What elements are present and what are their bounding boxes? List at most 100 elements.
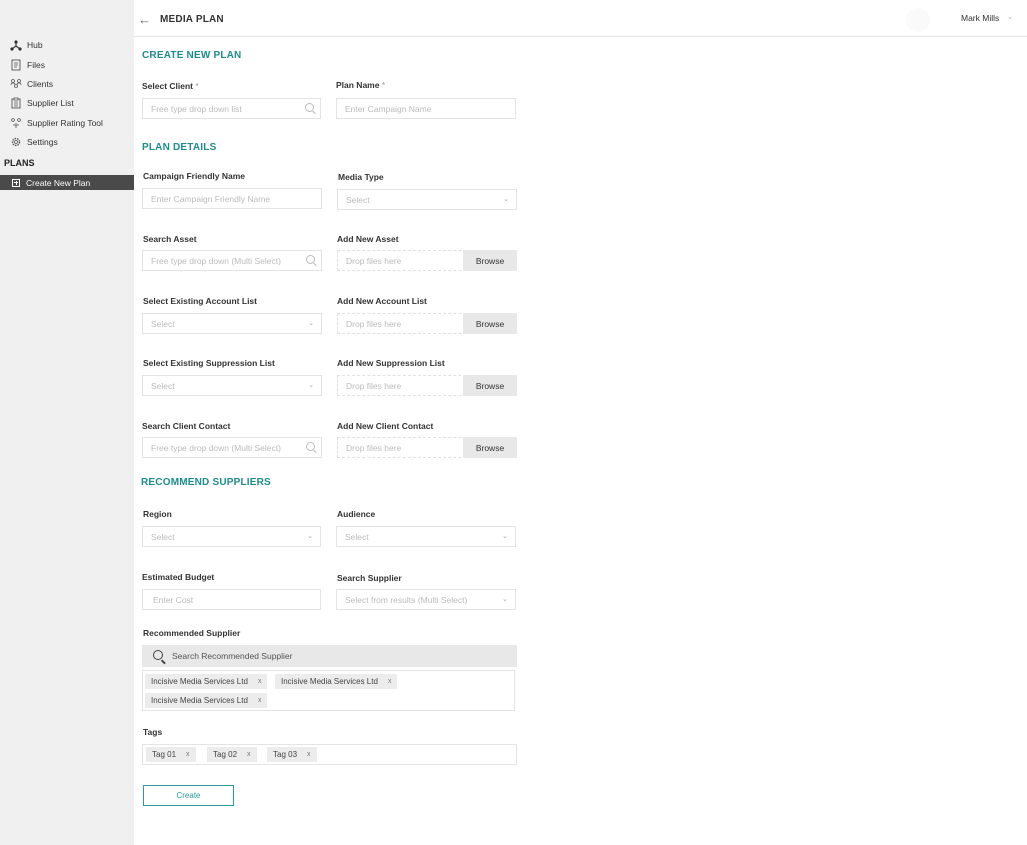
sidebar-item-label: Create New Plan [26,177,91,188]
select-value: Select [151,531,175,542]
tag-chip: Tag 01 x [146,747,196,762]
account-list-dropzone[interactable]: Drop files here Browse [337,313,517,334]
rating-icon [10,117,22,129]
search-supplier-select[interactable]: Select from results (Multi Select) ⌄ [336,589,516,610]
tags-input[interactable] [142,744,517,765]
recommended-supplier-label: Recommended Supplier [143,628,241,638]
sidebar: Hub Files Clients Supplier List Supplier… [0,0,134,845]
search-asset-input[interactable]: Free type drop down (Multi Select) [142,250,322,271]
close-icon[interactable]: x [388,678,392,685]
sidebar-item-supplier-list[interactable]: Supplier List [10,96,74,110]
budget-input[interactable]: Enter Cost [142,589,321,610]
search-icon [306,442,315,451]
tag-chip: Tag 03 x [267,747,317,762]
chip-label: Tag 03 [273,750,298,759]
add-asset-label: Add New Asset [337,234,399,244]
sidebar-item-label: Settings [27,137,58,147]
client-label-text: Select Client [142,81,194,91]
chip-label: Incisive Media Services Ltd [151,696,248,705]
audience-select[interactable]: Select ⌄ [336,526,516,547]
sidebar-item-label: Supplier List [27,98,74,108]
required-mark: * [381,80,386,90]
chevron-down-icon: ⌄ [503,196,509,203]
placeholder: Free type drop down (Multi Select) [151,442,281,453]
placeholder: Enter Campaign Name [345,103,432,114]
required-mark: * [195,81,199,91]
client-contact-label: Search Client Contact [142,421,231,431]
sidebar-item-hub[interactable]: Hub [10,38,43,52]
account-list-select[interactable]: Select ⌄ [142,313,322,334]
add-account-list-label: Add New Account List [337,296,427,306]
chevron-down-icon[interactable]: ⌄ [1007,13,1013,21]
chevron-down-icon: ⌄ [502,596,508,603]
placeholder: Enter Cost [153,594,194,605]
avatar[interactable] [906,8,930,32]
sidebar-item-label: Hub [27,40,43,50]
search-supplier-label: Search Supplier [337,573,402,583]
sidebar-item-label: Clients [27,79,53,89]
sidebar-section-heading: PLANS [4,158,35,168]
client-contact-input[interactable]: Free type drop down (Multi Select) [142,437,322,458]
chip-label: Incisive Media Services Ltd [151,677,248,686]
search-icon [153,650,163,660]
placeholder: Drop files here [346,318,402,329]
client-label: Select Client * [142,81,199,91]
add-suppression-label: Add New Suppression List [337,358,445,368]
supplier-chip: Incisive Media Services Ltd x [275,674,398,689]
browse-button[interactable]: Browse [463,313,517,334]
sidebar-item-create-new-plan[interactable]: Create New Plan [0,175,134,190]
close-icon[interactable]: x [186,751,190,758]
create-button[interactable]: Create [143,785,234,806]
placeholder: Enter Campaign Friendly Name [151,193,271,204]
campaign-name-input[interactable]: Enter Campaign Friendly Name [142,188,322,209]
tag-chip: Tag 02 x [207,747,257,762]
select-value: Select [345,531,369,542]
sidebar-item-settings[interactable]: Settings [10,135,58,149]
budget-label: Estimated Budget [142,572,215,582]
browse-button[interactable]: Browse [463,437,517,458]
plan-name-input[interactable]: Enter Campaign Name [336,98,516,119]
user-menu[interactable]: Mark Mills [961,13,999,23]
sidebar-item-files[interactable]: Files [10,58,45,72]
sidebar-item-supplier-rating[interactable]: Supplier Rating Tool [10,116,103,130]
close-icon[interactable]: x [247,751,251,758]
close-icon[interactable]: x [307,751,311,758]
media-type-select[interactable]: Select ⌄ [337,189,517,210]
sidebar-item-label: Supplier Rating Tool [27,118,103,128]
placeholder: Free type drop down list [151,103,242,114]
browse-button[interactable]: Browse [463,250,517,271]
chevron-down-icon: ⌄ [502,533,508,540]
suppression-dropzone[interactable]: Drop files here Browse [337,375,517,396]
file-icon [10,59,22,71]
add-contact-label: Add New Client Contact [337,421,434,431]
chevron-down-icon: ⌄ [308,382,314,389]
region-label: Region [143,509,172,519]
region-select[interactable]: Select ⌄ [142,526,321,547]
close-icon[interactable]: x [258,678,262,685]
select-value: Select [151,318,175,329]
chevron-down-icon: ⌄ [308,320,314,327]
suppression-list-select[interactable]: Select ⌄ [142,375,322,396]
browse-button[interactable]: Browse [463,375,517,396]
suppression-list-label: Select Existing Suppression List [143,358,275,368]
section-title-create-plan: CREATE NEW PLAN [142,50,242,61]
back-arrow-icon[interactable]: ← [138,12,151,27]
chip-label: Tag 01 [152,750,177,759]
select-value: Select [346,194,370,205]
placeholder: Drop files here [346,255,402,266]
recommended-supplier-search[interactable]: Search Recommended Supplier [142,645,517,667]
client-search-input[interactable]: Free type drop down list [142,98,321,119]
sidebar-item-clients[interactable]: Clients [10,77,53,91]
account-list-label: Select Existing Account List [143,296,257,306]
sidebar-item-label: Files [27,60,45,70]
plan-name-label: Plan Name * [336,80,385,90]
clipboard-icon [10,97,22,109]
supplier-chip: Incisive Media Services Ltd x [145,693,268,708]
page-title: MEDIA PLAN [160,14,224,25]
top-header [134,0,1027,37]
contact-dropzone[interactable]: Drop files here Browse [337,437,517,458]
close-icon[interactable]: x [258,697,262,704]
placeholder: Search Recommended Supplier [172,651,293,661]
asset-dropzone[interactable]: Drop files here Browse [337,250,517,271]
select-value: Select from results (Multi Select) [345,594,468,605]
